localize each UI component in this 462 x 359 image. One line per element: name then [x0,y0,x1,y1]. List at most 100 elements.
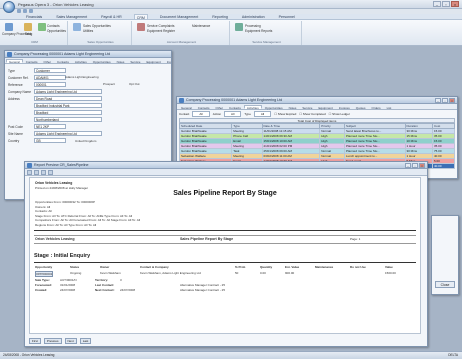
field-input[interactable]: Customer [34,68,66,73]
ribbon-tab[interactable]: Personnel [277,14,297,19]
ribbon-btn-maintenance[interactable]: Maintenance [192,24,210,28]
company-icon [179,98,184,103]
ribbon-btn-equipment-register[interactable]: Equipment Register [147,29,175,33]
print-icon[interactable] [27,170,32,175]
filter-value[interactable]: All [253,111,272,117]
report-nav-button[interactable]: Previous [43,338,62,344]
report-toolbar [25,169,427,176]
ribbon-btn-task[interactable]: Task [25,32,32,36]
search-icon[interactable] [48,170,53,175]
ribbon-btn-service-complaints[interactable]: Service Complaints [147,24,174,28]
report-nav-button[interactable]: Last [79,338,92,344]
tab[interactable]: General [6,59,23,64]
detail-value: AUT/0001/N [60,278,77,282]
filter-checkbox[interactable]: ☐ Show Expired [274,112,296,116]
contacts-icon[interactable] [38,23,46,31]
ribbon-group-sales-opportunities: Sales Opportunities Utilities Sales Oppo… [70,21,132,45]
tab[interactable]: Contacts [226,105,244,110]
tab[interactable]: Other [213,105,227,110]
ribbon-tab[interactable]: CRM [133,14,148,20]
field-input[interactable]: Bradford Industrial Park [34,103,102,108]
report-icon [27,163,32,168]
tab[interactable]: Equipment [143,59,163,64]
tab[interactable]: Activities [72,59,90,64]
tab[interactable]: Invoices [164,59,171,64]
tab[interactable]: Opportunities [262,105,286,110]
minimize-icon[interactable]: – [405,163,411,168]
minimize-icon[interactable]: – [435,98,441,103]
window-title-bar[interactable]: Report Preview CR_SalesPipeline – ▫ × [25,162,427,169]
field-input[interactable]: Dean Road [34,96,102,101]
window-title-bar[interactable]: Company Processing 0000001 Adams Light E… [177,97,457,104]
close-button[interactable]: Close [435,281,455,288]
ribbon-btn-processing[interactable]: Processing [245,24,261,28]
field-input[interactable]: GB [34,138,66,143]
ribbon-btn-equipment-reports[interactable]: Equipment Reports [245,29,272,33]
maximize-icon[interactable]: ▫ [442,1,450,7]
tab[interactable]: Contacts [195,105,213,110]
dropdown-icon[interactable] [29,9,33,13]
zoom-icon[interactable] [41,170,46,175]
tab[interactable]: Equipment [315,105,335,110]
maximize-icon[interactable]: ▫ [442,98,448,103]
service-complaints-icon[interactable] [137,23,145,31]
tab[interactable]: Invoices [336,105,353,110]
close-icon[interactable]: × [419,163,425,168]
ribbon-tab[interactable]: Financials [24,14,44,19]
report-nav-button[interactable]: First [29,338,41,344]
undo-icon[interactable] [23,9,27,13]
report-cell: 1500.00 [385,271,396,275]
ribbon-btn-sales-opportunities[interactable]: Sales Opportunities [83,24,111,28]
close-icon[interactable]: × [451,1,459,7]
ribbon-tab[interactable]: Payroll & HR [99,14,124,19]
company-processing-icon[interactable] [5,23,13,31]
tab[interactable]: Quotes [353,105,369,110]
ribbon-tab[interactable]: Document Management [158,14,200,19]
tab[interactable]: Notes [286,105,300,110]
save-icon[interactable] [17,9,21,13]
field-input[interactable]: Bradford [34,110,102,115]
application-menu-button[interactable] [3,1,15,13]
field-input[interactable]: 000001 [34,82,66,87]
processing-icon[interactable] [235,23,243,31]
ribbon-btn-opportunities[interactable]: Opportunities [47,29,66,33]
report-nav-button[interactable]: Next [64,338,77,344]
tab[interactable]: Notes [114,59,128,64]
field-input[interactable]: ADAM01 [34,75,66,80]
filter-value[interactable]: All [224,111,242,117]
filter-checkbox[interactable]: ☐ Show Completed [299,112,325,116]
form-row: Post Code NE1 2KP [8,124,66,129]
filter-checkbox[interactable]: ☐ Show Ledger [329,112,350,116]
tab[interactable]: Other [41,59,55,64]
field-input[interactable]: Adams Light Engineering Ltd [34,89,102,94]
minimize-icon[interactable]: – [433,1,441,7]
ribbon-btn-contacts[interactable]: Contacts [47,24,60,28]
ribbon-btn-utilities[interactable]: Utilities [83,29,93,33]
ribbon-tab[interactable]: Reporting [210,14,230,19]
maximize-icon[interactable]: ▫ [412,163,418,168]
filter-value[interactable]: All [192,111,210,117]
ribbon-tab[interactable]: Sales Management [54,14,89,19]
window-title-bar[interactable]: Company Processing 0000001 Adams Light E… [5,51,171,58]
side-value[interactable]: Prospect [103,82,115,86]
tab[interactable]: Activities [243,105,262,110]
sales-opportunities-icon[interactable] [73,23,81,31]
report-cell[interactable]: OPP000001 [35,271,54,277]
field-input[interactable]: Adams Light Engineering Ltd [34,131,102,136]
tab[interactable]: Opportunities [90,59,114,64]
export-icon[interactable] [34,170,39,175]
tab[interactable]: Service [127,59,143,64]
tab[interactable]: List [384,105,395,110]
field-label: Post Code [8,124,23,129]
tab[interactable]: General [178,105,195,110]
tab[interactable]: Service [299,105,315,110]
field-input[interactable]: Northumberland [34,117,102,122]
tab[interactable]: Contacts [23,59,41,64]
tab[interactable]: Orders [368,105,383,110]
tab[interactable]: Contacts [54,59,72,64]
close-icon[interactable]: × [449,98,455,103]
field-input[interactable]: NE1 2KP [34,124,66,129]
side-value[interactable]: Opt Out [129,82,140,86]
ribbon-tab[interactable]: Administration [240,14,267,19]
task-icon[interactable] [24,23,32,31]
